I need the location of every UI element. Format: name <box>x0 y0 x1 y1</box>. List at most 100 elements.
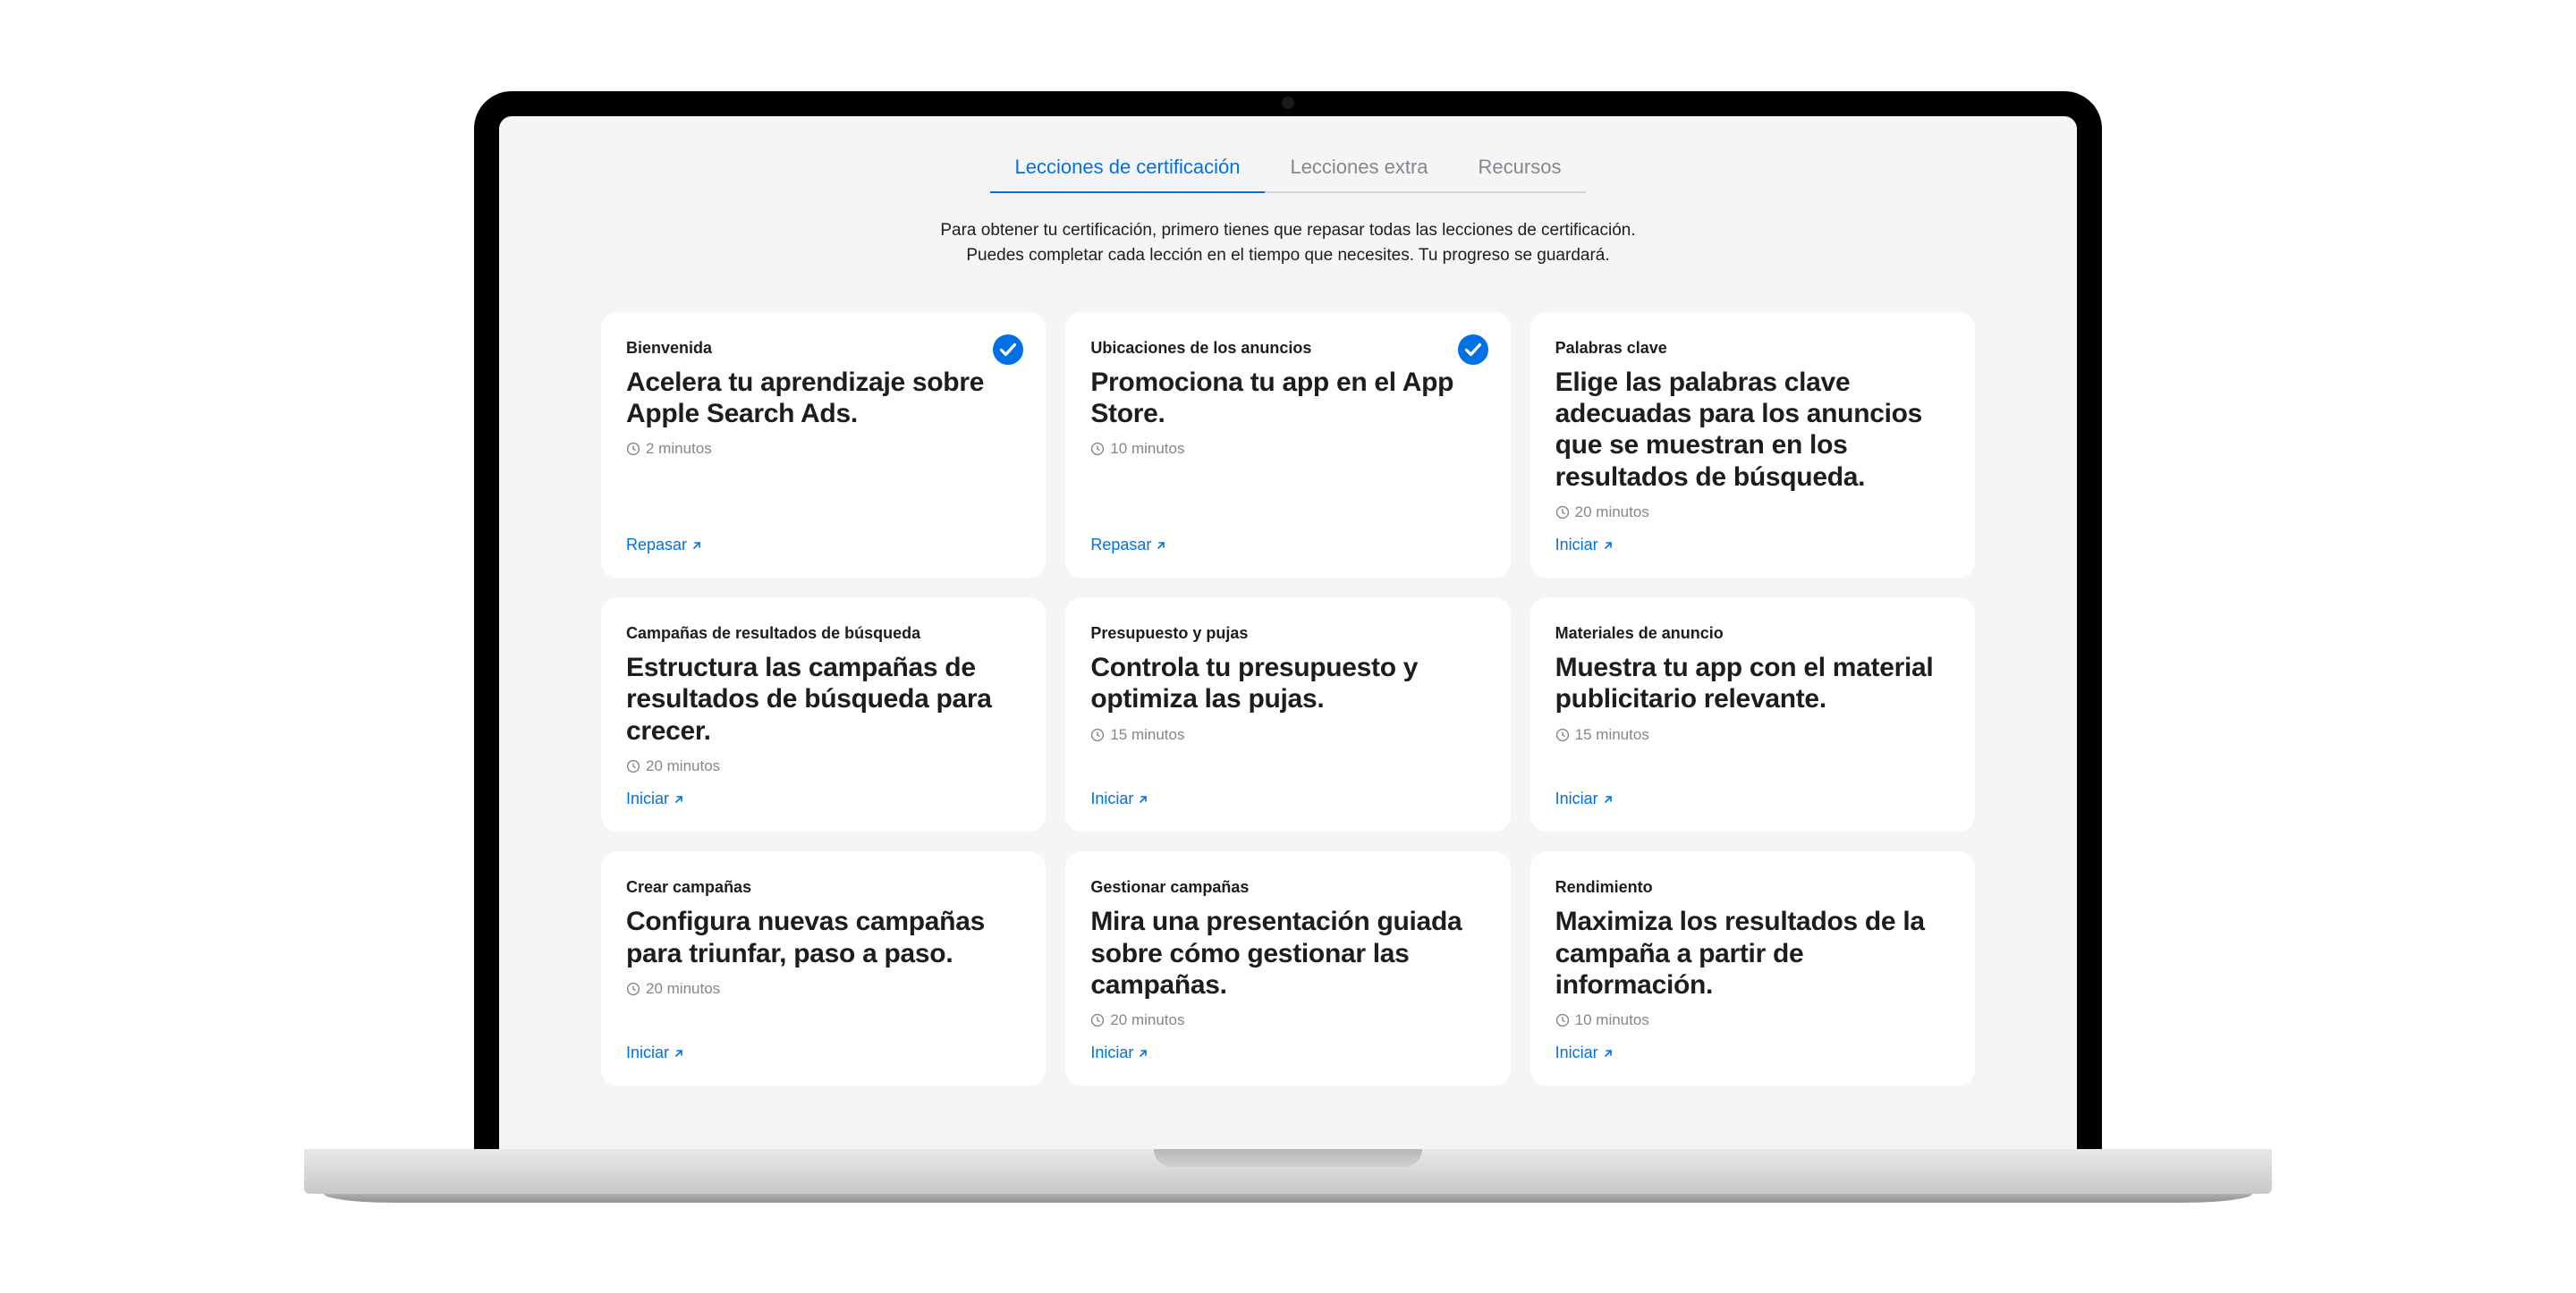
tab-bar: Lecciones de certificación Lecciones ext… <box>524 143 2052 193</box>
lesson-duration-text: 15 minutos <box>1575 726 1649 744</box>
lesson-category: Campañas de resultados de búsqueda <box>626 624 1021 643</box>
lesson-action-link[interactable]: Iniciar <box>626 790 684 808</box>
lesson-action-label: Iniciar <box>626 790 669 808</box>
lesson-action-link[interactable]: Iniciar <box>626 1044 684 1062</box>
description-line-2: Puedes completar cada lección en el tiem… <box>524 243 2052 269</box>
clock-icon <box>626 759 640 773</box>
lesson-action: Iniciar <box>626 1029 1021 1062</box>
lesson-title: Muestra tu app con el material publicita… <box>1555 652 1950 715</box>
lesson-duration-text: 15 minutos <box>1110 726 1184 744</box>
external-arrow-icon <box>1138 794 1148 805</box>
lesson-duration: 20 minutos <box>1090 1011 1485 1029</box>
clock-icon <box>626 442 640 456</box>
laptop-base <box>304 1149 2272 1203</box>
lesson-category: Rendimiento <box>1555 878 1950 897</box>
laptop-trackpad-notch <box>1154 1149 1422 1167</box>
lesson-card[interactable]: Ubicaciones de los anuncios Promociona tu… <box>1065 312 1510 579</box>
lesson-title: Estructura las campañas de resultados de… <box>626 652 1021 747</box>
page-description: Para obtener tu certificación, primero t… <box>524 218 2052 269</box>
lesson-category: Bienvenida <box>626 339 1021 358</box>
lesson-category: Ubicaciones de los anuncios <box>1090 339 1485 358</box>
camera-icon <box>1282 97 1294 109</box>
lesson-card[interactable]: Campañas de resultados de búsqueda Estruc… <box>601 597 1046 832</box>
clock-icon <box>1555 728 1570 742</box>
lesson-card[interactable]: Crear campañas Configura nuevas campañas … <box>601 851 1046 1086</box>
lesson-action: Iniciar <box>1555 1029 1950 1062</box>
lesson-action-label: Iniciar <box>626 1044 669 1062</box>
lesson-category: Materiales de anuncio <box>1555 624 1950 643</box>
clock-icon <box>1555 1013 1570 1027</box>
lesson-card-grid: Bienvenida Acelera tu aprendizaje sobre A… <box>524 312 2052 1086</box>
external-arrow-icon <box>674 794 684 805</box>
clock-icon <box>1555 505 1570 520</box>
lesson-action-link[interactable]: Repasar <box>626 536 702 554</box>
lesson-action-link[interactable]: Iniciar <box>1555 536 1614 554</box>
lesson-action-label: Iniciar <box>1090 790 1133 808</box>
external-arrow-icon <box>1138 1048 1148 1059</box>
lesson-title: Configura nuevas campañas para triunfar,… <box>626 906 1021 969</box>
laptop-device-frame: Lecciones de certificación Lecciones ext… <box>304 91 2272 1203</box>
lesson-category: Presupuesto y pujas <box>1090 624 1485 643</box>
screen-content: Lecciones de certificación Lecciones ext… <box>499 116 2077 1149</box>
lesson-title: Maximiza los resultados de la campaña a … <box>1555 906 1950 1001</box>
lesson-duration-text: 20 minutos <box>646 980 720 998</box>
lesson-action-label: Iniciar <box>1555 536 1598 554</box>
lesson-action-link[interactable]: Iniciar <box>1090 1044 1148 1062</box>
lesson-title: Promociona tu app en el App Store. <box>1090 367 1485 430</box>
laptop-base-bottom <box>324 1194 2252 1203</box>
lesson-duration-text: 20 minutos <box>646 757 720 775</box>
lesson-duration: 10 minutos <box>1555 1011 1950 1029</box>
lesson-action: Iniciar <box>626 775 1021 808</box>
lesson-action-link[interactable]: Iniciar <box>1090 790 1148 808</box>
lesson-duration-text: 2 minutos <box>646 440 712 458</box>
lesson-duration-text: 20 minutos <box>1575 503 1649 521</box>
lesson-card[interactable]: Bienvenida Acelera tu aprendizaje sobre A… <box>601 312 1046 579</box>
completed-check-icon <box>992 334 1024 366</box>
external-arrow-icon <box>1156 540 1166 551</box>
lesson-duration-text: 10 minutos <box>1575 1011 1649 1029</box>
lesson-card[interactable]: Gestionar campañas Mira una presentación … <box>1065 851 1510 1086</box>
lesson-action: Repasar <box>1090 521 1485 554</box>
lesson-duration: 20 minutos <box>1555 503 1950 521</box>
lesson-action-link[interactable]: Iniciar <box>1555 1044 1614 1062</box>
external-arrow-icon <box>674 1048 684 1059</box>
lesson-action-label: Iniciar <box>1555 790 1598 808</box>
lesson-title: Mira una presentación guiada sobre cómo … <box>1090 906 1485 1001</box>
lesson-duration: 2 minutos <box>626 440 1021 458</box>
lesson-card[interactable]: Presupuesto y pujasControla tu presupues… <box>1065 597 1510 832</box>
tab-extra-lessons[interactable]: Lecciones extra <box>1265 143 1453 193</box>
lesson-action-label: Repasar <box>1090 536 1151 554</box>
lesson-card[interactable]: Palabras claveElige las palabras clave a… <box>1530 312 1975 579</box>
lesson-card[interactable]: Rendimiento Maximiza los resultados de la… <box>1530 851 1975 1086</box>
clock-icon <box>1090 442 1105 456</box>
lesson-action-label: Iniciar <box>1555 1044 1598 1062</box>
lesson-action: Iniciar <box>1090 1029 1485 1062</box>
tab-certification-lessons[interactable]: Lecciones de certificación <box>990 143 1266 193</box>
lesson-action: Iniciar <box>1555 521 1950 554</box>
lesson-action: Iniciar <box>1555 775 1950 808</box>
tab-resources[interactable]: Recursos <box>1453 143 1587 193</box>
lesson-category: Crear campañas <box>626 878 1021 897</box>
description-line-1: Para obtener tu certificación, primero t… <box>524 218 2052 244</box>
lesson-action-link[interactable]: Repasar <box>1090 536 1166 554</box>
lesson-duration: 10 minutos <box>1090 440 1485 458</box>
completed-check-icon <box>1457 334 1489 366</box>
lesson-title: Acelera tu aprendizaje sobre Apple Searc… <box>626 367 1021 430</box>
external-arrow-icon <box>1603 794 1614 805</box>
lesson-duration: 20 minutos <box>626 980 1021 998</box>
laptop-screen-bezel: Lecciones de certificación Lecciones ext… <box>474 91 2102 1149</box>
laptop-base-top <box>304 1149 2272 1194</box>
lesson-action: Iniciar <box>1090 775 1485 808</box>
lesson-action-label: Iniciar <box>1090 1044 1133 1062</box>
lesson-action-label: Repasar <box>626 536 687 554</box>
lesson-duration: 20 minutos <box>626 757 1021 775</box>
external-arrow-icon <box>691 540 702 551</box>
lesson-duration-text: 10 minutos <box>1110 440 1184 458</box>
lesson-category: Gestionar campañas <box>1090 878 1485 897</box>
external-arrow-icon <box>1603 1048 1614 1059</box>
lesson-duration: 15 minutos <box>1090 726 1485 744</box>
lesson-action: Repasar <box>626 521 1021 554</box>
lesson-card[interactable]: Materiales de anuncio Muestra tu app con … <box>1530 597 1975 832</box>
lesson-duration-text: 20 minutos <box>1110 1011 1184 1029</box>
lesson-action-link[interactable]: Iniciar <box>1555 790 1614 808</box>
